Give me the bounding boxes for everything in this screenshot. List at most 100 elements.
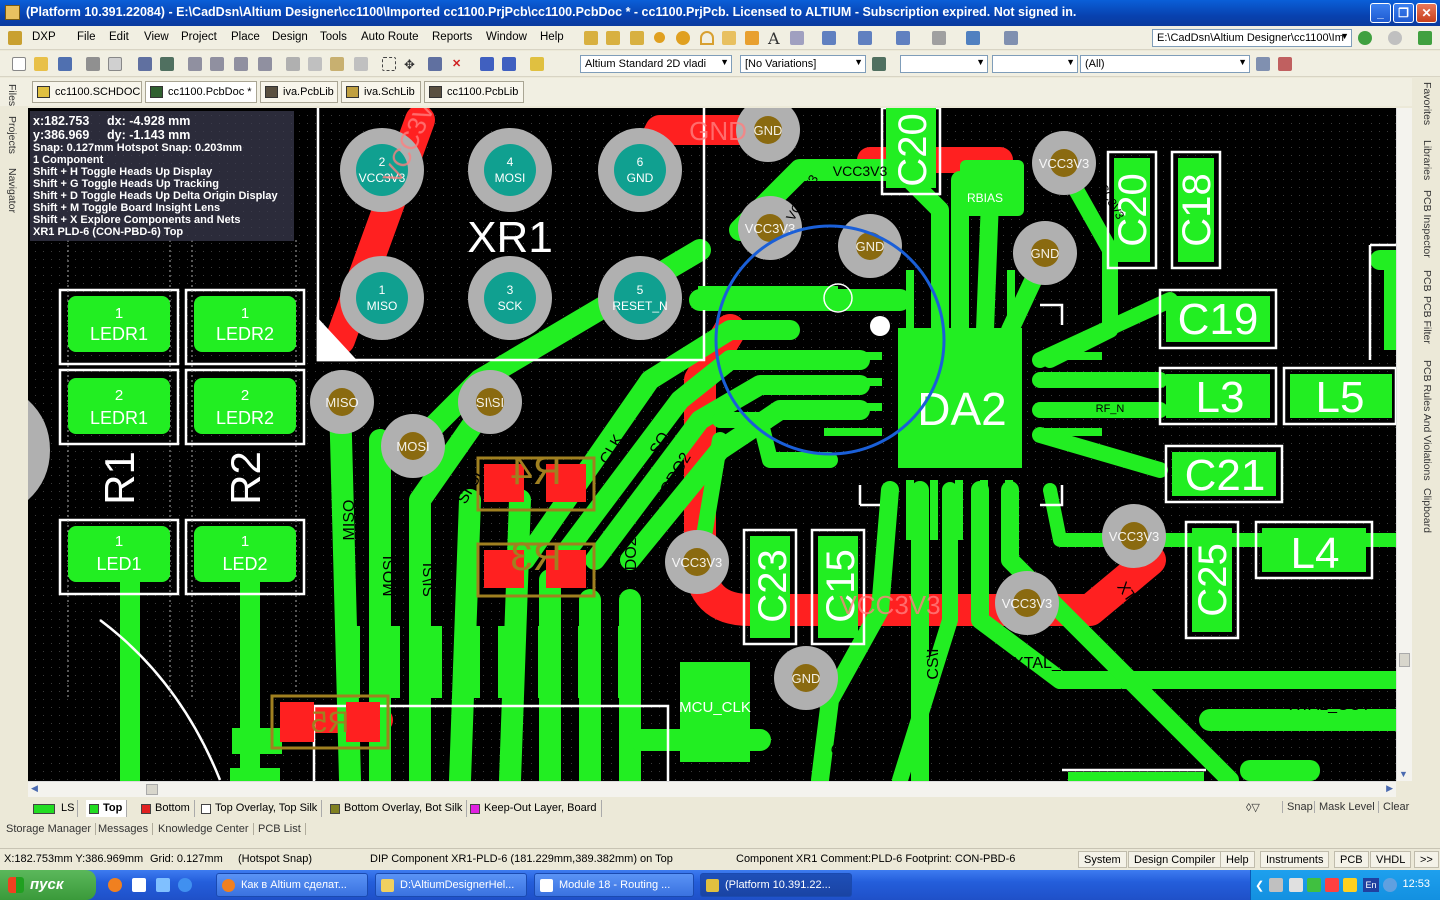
filter-combo-1[interactable]: ▼ [900, 55, 988, 73]
doc-tab-schlib[interactable]: iva.SchLib [341, 81, 421, 103]
arc-icon[interactable] [700, 31, 714, 45]
undo-icon[interactable] [480, 57, 494, 71]
diff-pair-route-icon[interactable] [606, 31, 620, 45]
task-explorer[interactable]: D:\AltiumDesignerHel... [375, 873, 527, 897]
task-altium[interactable]: (Platform 10.391.22... [700, 873, 852, 897]
language-indicator[interactable]: En [1363, 878, 1379, 892]
tray-app-icon[interactable] [1307, 878, 1321, 892]
start-button[interactable]: пуск [0, 870, 96, 900]
close-button[interactable]: ✕ [1416, 3, 1437, 23]
menu-view[interactable]: View [144, 31, 169, 43]
scroll-right-icon[interactable]: ▶ [1386, 783, 1393, 794]
maximize-button[interactable]: ❐ [1393, 3, 1414, 23]
fill-icon[interactable] [722, 31, 736, 45]
clear-button[interactable]: Clear [1378, 801, 1409, 813]
redo-icon[interactable] [502, 57, 516, 71]
layer-nav-icon[interactable]: ◊▽ [1246, 801, 1260, 814]
project-path-combo[interactable]: E:\CadDsn\Altium Designer\cc1100\Im ▼ [1152, 29, 1352, 47]
panel-pcb-rules[interactable]: PCB Rules And Violations [1421, 360, 1433, 481]
doc-tab-cc1100-pcblib[interactable]: cc1100.PcbLib [424, 81, 524, 103]
grid-icon[interactable] [1004, 31, 1018, 45]
board-area-icon[interactable] [160, 57, 174, 71]
new-icon[interactable] [12, 57, 26, 71]
panel-navigator[interactable]: Navigator [6, 168, 18, 213]
apply-filter-icon[interactable] [1256, 57, 1270, 71]
menu-project[interactable]: Project [181, 31, 217, 43]
move-selection-icon[interactable] [428, 57, 442, 71]
polygon-icon[interactable] [745, 31, 759, 45]
save-icon[interactable] [58, 57, 72, 71]
layer-tab-ls[interactable]: LS [30, 800, 78, 817]
string-icon[interactable]: A [768, 29, 782, 48]
doc-tab-pcbdoc[interactable]: cc1100.PcbDoc * [145, 81, 257, 103]
task-help[interactable]: Module 18 - Routing ... [534, 873, 694, 897]
component-icon[interactable] [966, 31, 980, 45]
panel-clipboard[interactable]: Clipboard [1421, 488, 1433, 533]
scroll-thumb[interactable] [146, 784, 158, 795]
tray-expand-icon[interactable]: ❮ [1255, 879, 1264, 892]
minimize-button[interactable]: _ [1370, 3, 1391, 23]
rubber-stamp-icon[interactable] [354, 57, 368, 71]
filter-all-combo[interactable]: (All) ▼ [1080, 55, 1250, 73]
panel-tab-knowledge-center[interactable]: Knowledge Center [154, 823, 254, 835]
panel-pcb-inspector[interactable]: PCB Inspector [1421, 190, 1433, 258]
panel-tab-messages[interactable]: Messages [94, 823, 154, 835]
menu-window[interactable]: Window [486, 31, 527, 43]
panel-projects[interactable]: Projects [6, 116, 18, 154]
paste-icon[interactable] [330, 57, 344, 71]
bluetooth-icon[interactable] [1383, 878, 1397, 892]
vhdl-button[interactable]: VHDL [1370, 851, 1412, 868]
system-button[interactable]: System [1078, 851, 1127, 868]
panel-files[interactable]: Files [6, 84, 18, 106]
help-button[interactable]: Help [1220, 851, 1255, 868]
vertical-scrollbar[interactable]: ▼ [1396, 108, 1412, 781]
layer-tab-top-overlay[interactable]: Top Overlay, Top Silk [198, 800, 323, 817]
menu-tools[interactable]: Tools [320, 31, 347, 43]
scroll-thumb[interactable] [1399, 653, 1410, 667]
panel-favorites[interactable]: Favorites [1421, 82, 1433, 125]
layer-tab-bottom-overlay[interactable]: Bottom Overlay, Bot Silk [327, 800, 468, 817]
tray-app-icon[interactable] [1325, 878, 1339, 892]
scroll-down-icon[interactable]: ▼ [1399, 769, 1408, 779]
menu-auto-route[interactable]: Auto Route [361, 31, 419, 43]
panel-tab-storage-manager[interactable]: Storage Manager [2, 823, 96, 835]
print-icon[interactable] [86, 57, 100, 71]
view-config-combo[interactable]: Altium Standard 2D vladi ▼ [580, 55, 732, 73]
network-icon[interactable] [1269, 878, 1283, 892]
open-icon[interactable] [34, 57, 48, 71]
menu-place[interactable]: Place [231, 31, 260, 43]
desktop-icon[interactable] [132, 878, 146, 892]
snap-button[interactable]: Snap [1282, 801, 1313, 813]
panel-pcb[interactable]: PCB [1421, 270, 1433, 292]
panel-pcb-filter[interactable]: PCB Filter [1421, 296, 1433, 344]
zoom-area-icon[interactable] [210, 57, 224, 71]
move-icon[interactable]: ✥ [404, 57, 418, 72]
media-icon[interactable] [156, 878, 170, 892]
zoom-filtered-icon[interactable] [258, 57, 272, 71]
scroll-left-icon[interactable]: ◀ [31, 783, 38, 794]
forward-icon[interactable] [1388, 31, 1402, 45]
horizontal-scrollbar[interactable]: ◀ ▶ [28, 781, 1396, 797]
pcb-button[interactable]: PCB [1334, 851, 1369, 868]
print-preview-icon[interactable] [108, 57, 122, 71]
app-icon[interactable] [5, 5, 20, 20]
firefox-icon[interactable] [108, 878, 122, 892]
more-button[interactable]: >> [1414, 851, 1439, 868]
board-icon[interactable] [138, 57, 152, 71]
cross-probe-icon[interactable] [530, 57, 544, 71]
menu-design[interactable]: Design [272, 31, 308, 43]
select-icon[interactable] [858, 31, 872, 45]
doc-tab-pcblib[interactable]: iva.PcbLib [260, 81, 338, 103]
via-icon[interactable] [676, 31, 690, 45]
dimension-icon[interactable] [932, 31, 946, 45]
menu-reports[interactable]: Reports [432, 31, 472, 43]
panel-libraries[interactable]: Libraries [1421, 140, 1433, 180]
zoom-selected-icon[interactable] [234, 57, 248, 71]
design-compiler-button[interactable]: Design Compiler [1128, 851, 1222, 868]
task-browser[interactable]: Как в Altium сделат... [216, 873, 368, 897]
mask-level-button[interactable]: Mask Level [1314, 801, 1375, 813]
coordinate-icon[interactable] [790, 31, 804, 45]
back-icon[interactable] [1358, 31, 1372, 45]
menu-edit[interactable]: Edit [109, 31, 129, 43]
interactive-route-icon[interactable] [584, 31, 598, 45]
